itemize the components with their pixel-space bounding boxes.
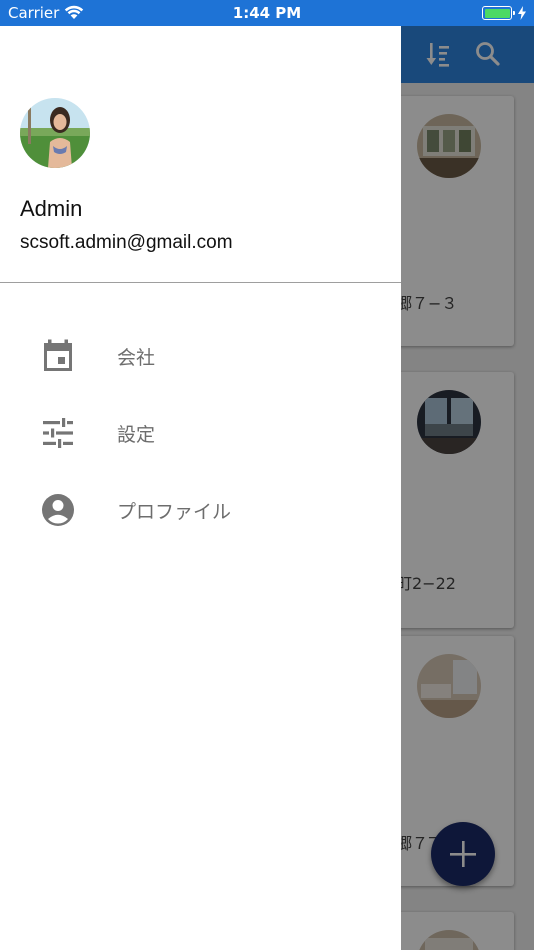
user-name: Admin (20, 196, 83, 221)
tune-icon (40, 415, 76, 451)
menu-item-settings[interactable]: 設定 (0, 401, 401, 465)
charging-bolt-icon (518, 5, 526, 24)
calendar-icon (40, 338, 76, 374)
navigation-drawer: Admin scsoft.admin@gmail.com 会社 設定 プロファイ… (0, 26, 401, 950)
menu-item-profile[interactable]: プロファイル (0, 478, 401, 542)
status-time: 1:44 PM (232, 4, 302, 22)
menu-item-label: プロファイル (117, 501, 232, 523)
status-bar: Carrier 1:44 PM (0, 0, 534, 26)
avatar[interactable] (20, 98, 90, 168)
menu-item-company[interactable]: 会社 (0, 324, 401, 388)
account-circle-icon (40, 492, 76, 528)
drawer-divider (0, 282, 401, 283)
user-email: scsoft.admin@gmail.com (20, 232, 233, 253)
battery-icon (482, 6, 515, 20)
menu-item-label: 設定 (117, 424, 156, 446)
menu-item-label: 会社 (117, 347, 156, 369)
